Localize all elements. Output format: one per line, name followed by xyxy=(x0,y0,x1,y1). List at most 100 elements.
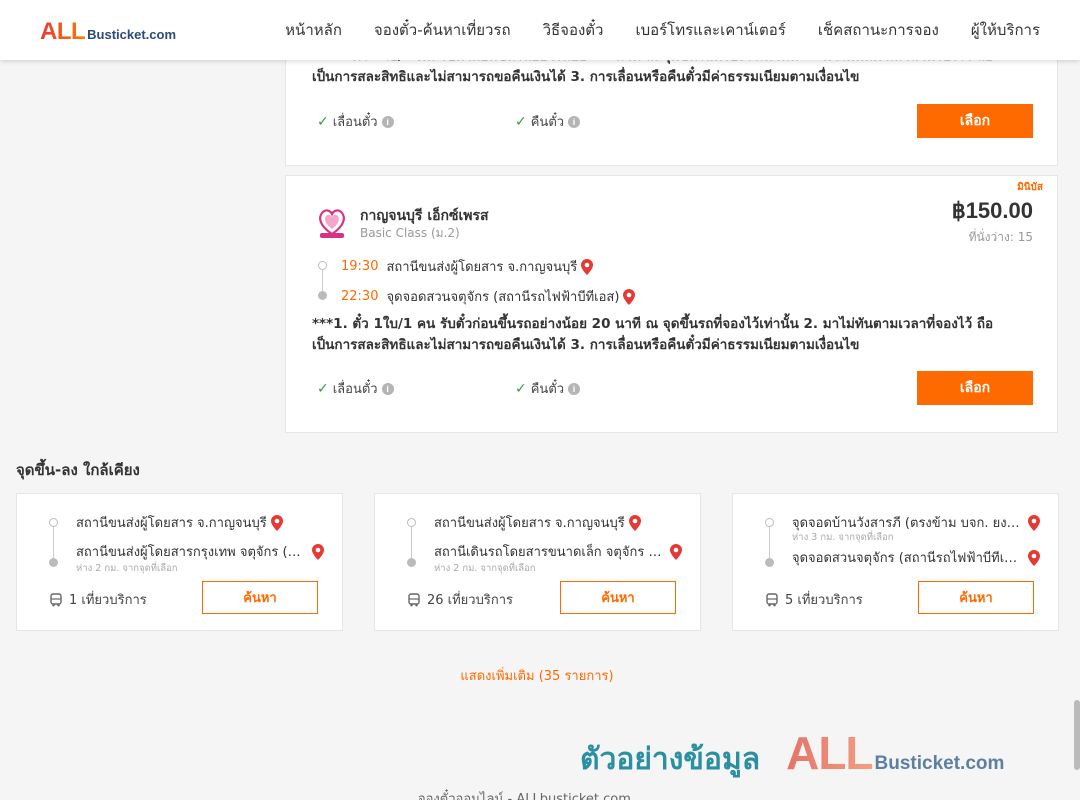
arrive-time: 22:30 xyxy=(341,289,379,304)
info-icon[interactable]: i xyxy=(381,115,394,128)
trip-terms: ***1. ตั๋ว 1ใบ/1 คน รับตั๋วก่อนขึ้นรถอย่… xyxy=(312,316,994,353)
info-icon[interactable]: i xyxy=(568,382,581,395)
depart-time: 19:30 xyxy=(341,259,379,274)
map-pin-icon[interactable] xyxy=(1028,514,1040,531)
reschedule-feature: ✓ เลื่อนตั๋ว i xyxy=(317,111,394,132)
depart-stop: 19:30 สถานีขนส่งผู้โดยสาร จ.กาญจนบุรี xyxy=(341,256,594,277)
depart-station: สถานีขนส่งผู้โดยสาร จ.กาญจนบุรี xyxy=(386,260,578,275)
map-pin-icon[interactable] xyxy=(312,543,324,560)
vehicle-type-badge: มินิบัส xyxy=(1017,182,1043,193)
bus-icon xyxy=(766,592,778,606)
nav-operators[interactable]: ผู้ให้บริการ xyxy=(971,18,1040,42)
from-distance: ห่าง 3 กม. จากจุดที่เลือก xyxy=(792,532,894,543)
trip-price: ฿150.00 xyxy=(951,198,1033,223)
search-button[interactable]: ค้นหา xyxy=(918,581,1034,614)
info-icon[interactable]: i xyxy=(568,115,581,128)
site-logo[interactable]: ALL Busticket.com xyxy=(40,18,176,46)
from-station: สถานีขนส่งผู้โดยสาร จ.กาญจนบุรี xyxy=(434,516,625,531)
info-icon[interactable]: i xyxy=(381,382,394,395)
footer-tagline: จองตั๋วออนไลน์ - ALLbusticket.com xyxy=(418,792,631,800)
route-line xyxy=(53,527,54,558)
watermark-all-text: ALL xyxy=(786,727,873,779)
to-station: จุดจอดสวนจตุจักร (สถานีรถไฟฟ้าบีทีเอส) xyxy=(792,551,1024,566)
check-icon: ✓ xyxy=(317,380,329,397)
nearby-to: สถานีเดินรถโดยสารขนาดเล็ก จตุจักร (หมอชิ… xyxy=(434,541,689,562)
nav-phone-counter[interactable]: เบอร์โทรและเคาน์เตอร์ xyxy=(635,18,785,42)
page-scrollbar[interactable] xyxy=(1074,700,1080,770)
nearby-route-card: สถานีขนส่งผู้โดยสาร จ.กาญจนบุรี สถานีขนส… xyxy=(16,493,343,631)
nearby-from: สถานีขนส่งผู้โดยสาร จ.กาญจนบุรี xyxy=(434,512,689,533)
arrive-dot xyxy=(318,291,327,300)
refund-feature: ✓ คืนตั๋ว i xyxy=(515,111,581,132)
check-icon: ✓ xyxy=(515,380,527,397)
select-trip-button[interactable]: เลือก xyxy=(917,371,1033,405)
main-nav: หน้าหลัก จองตั๋ว-ค้นหาเที่ยวรถ วิธีจองตั… xyxy=(285,0,1040,60)
route-timeline xyxy=(316,256,328,300)
map-pin-icon[interactable] xyxy=(670,543,682,560)
nearby-section-title: จุดขึ้น-ลง ใกล้เคียง xyxy=(16,461,140,479)
trip-card: มินิบัส กาญจนบุรี เอ็กซ์เพรส Basic Class… xyxy=(285,175,1058,433)
route-line xyxy=(322,270,323,291)
nearby-to: สถานีขนส่งผู้โดยสารกรุงเทพ จตุจักร (หมอช… xyxy=(76,541,331,562)
depart-dot xyxy=(407,518,416,527)
trip-count: 5 เที่ยวบริการ xyxy=(765,589,863,610)
nearby-to: จุดจอดสวนจตุจักร (สถานีรถไฟฟ้าบีทีเอส) xyxy=(792,547,1047,568)
arrive-dot xyxy=(407,558,416,567)
route-line xyxy=(769,527,770,558)
to-station: สถานีขนส่งผู้โดยสารกรุงเทพ จตุจักร (หมอช… xyxy=(76,545,308,560)
sample-data-watermark: ตัวอย่างข้อมูล ALL Busticket.com xyxy=(580,726,1004,783)
to-distance: ห่าง 2 กม. จากจุดที่เลือก xyxy=(434,563,536,574)
trip-count-text: 1 เที่ยวบริการ xyxy=(69,593,147,608)
from-station: สถานีขนส่งผู้โดยสาร จ.กาญจนบุรี xyxy=(76,516,267,531)
to-distance: ห่าง 2 กม. จากจุดที่เลือก xyxy=(76,563,178,574)
map-pin-icon[interactable] xyxy=(581,258,594,275)
trip-count: 1 เที่ยวบริการ xyxy=(49,589,147,610)
reschedule-label: เลื่อนตั๋ว xyxy=(332,382,378,397)
reschedule-feature: ✓ เลื่อนตั๋ว i xyxy=(317,378,394,399)
trip-count-text: 5 เที่ยวบริการ xyxy=(785,593,863,608)
refund-label: คืนตั๋ว xyxy=(530,382,565,397)
arrive-dot xyxy=(49,558,58,567)
arrive-station: จุดจอดสวนจตุจักร (สถานีรถไฟฟ้าบีทีเอส) xyxy=(386,290,620,305)
nearby-from: สถานีขนส่งผู้โดยสาร จ.กาญจนบุรี xyxy=(76,512,331,533)
to-station: สถานีเดินรถโดยสารขนาดเล็ก จตุจักร (หมอชิ… xyxy=(434,545,666,560)
trip-count-text: 26 เที่ยวบริการ xyxy=(427,593,513,608)
map-pin-icon[interactable] xyxy=(270,514,283,531)
route-timeline xyxy=(47,518,59,567)
nearby-route-card: จุดจอดบ้านวังสารภี (ตรงข้าม บจก. ยงเจริญ… xyxy=(732,493,1059,631)
watermark-busticket-text: Busticket.com xyxy=(874,753,1005,774)
map-pin-icon[interactable] xyxy=(628,514,641,531)
logo-busticket-text: Busticket.com xyxy=(87,27,177,42)
bus-class: Basic Class (ม.2) xyxy=(360,226,460,240)
select-trip-button[interactable]: เลือก xyxy=(917,104,1033,138)
check-icon: ✓ xyxy=(515,113,527,130)
trip-count: 26 เที่ยวบริการ xyxy=(407,589,513,610)
refund-feature: ✓ คืนตั๋ว i xyxy=(515,378,581,399)
route-timeline xyxy=(405,518,417,567)
route-line xyxy=(411,527,412,558)
check-icon: ✓ xyxy=(317,113,329,130)
nav-home[interactable]: หน้าหลัก xyxy=(285,18,342,42)
map-pin-icon[interactable] xyxy=(623,288,636,305)
top-header: ALL Busticket.com หน้าหลัก จองตั๋ว-ค้นหา… xyxy=(0,0,1080,60)
bus-icon xyxy=(50,592,62,606)
search-button[interactable]: ค้นหา xyxy=(560,581,676,614)
search-button[interactable]: ค้นหา xyxy=(202,581,318,614)
seats-available: ที่นั่งว่าง: 15 xyxy=(968,230,1033,244)
nav-check-booking[interactable]: เช็คสถานะการจอง xyxy=(818,18,939,42)
arrive-dot xyxy=(765,558,774,567)
reschedule-label: เลื่อนตั๋ว xyxy=(332,115,378,130)
depart-dot xyxy=(318,261,327,270)
bus-icon xyxy=(408,592,420,606)
arrive-stop: 22:30 จุดจอดสวนจตุจักร (สถานีรถไฟฟ้าบีที… xyxy=(341,286,636,307)
logo-all-text: ALL xyxy=(40,18,86,45)
map-pin-icon[interactable] xyxy=(1028,549,1040,566)
refund-label: คืนตั๋ว xyxy=(530,115,565,130)
show-more-link[interactable]: แสดงเพิ่มเติม (35 รายการ) xyxy=(0,665,1074,686)
watermark-thai-text: ตัวอย่างข้อมูล xyxy=(580,742,761,777)
nav-book-search[interactable]: จองตั๋ว-ค้นหาเที่ยวรถ xyxy=(374,18,511,42)
nav-how-to-book[interactable]: วิธีจองตั๋ว xyxy=(543,18,604,42)
depart-dot xyxy=(49,518,58,527)
depart-dot xyxy=(765,518,774,527)
operator-logo xyxy=(319,209,345,238)
